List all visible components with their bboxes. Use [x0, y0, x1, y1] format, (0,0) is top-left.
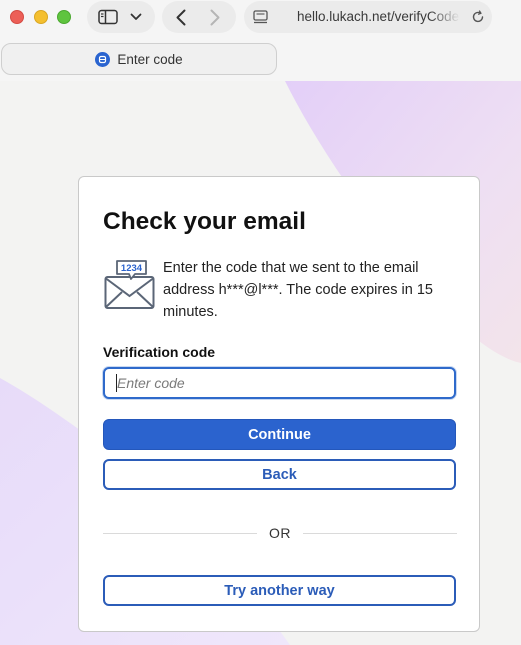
- url-text[interactable]: hello.lukach.net/verifyCode: [297, 9, 460, 27]
- close-window-button[interactable]: [10, 10, 24, 24]
- instructions-text: Enter the code that we sent to the email…: [163, 260, 433, 320]
- divider-text: OR: [269, 525, 291, 541]
- chevron-down-icon[interactable]: [128, 9, 144, 25]
- verification-code-input[interactable]: [103, 367, 456, 399]
- continue-button[interactable]: Continue: [103, 419, 456, 450]
- verification-card: Check your email 1234 Enter the code tha…: [78, 176, 480, 632]
- favicon-icon: [95, 51, 111, 67]
- tab-enter-code[interactable]: Enter code: [1, 43, 277, 75]
- or-divider: OR: [103, 523, 457, 543]
- tab-label: Enter code: [117, 51, 183, 67]
- divider-line-left: [103, 532, 257, 534]
- sidebar-icon[interactable]: [97, 9, 119, 25]
- try-another-way-button[interactable]: Try another way: [103, 575, 456, 606]
- envelope-badge-text: 1234: [121, 263, 143, 274]
- text-cursor: [116, 374, 117, 392]
- back-button[interactable]: Back: [103, 459, 456, 490]
- page-settings-icon[interactable]: [252, 9, 268, 25]
- email-envelope-icon: 1234: [104, 260, 155, 309]
- browser-toolbar: hello.lukach.net/verifyCode Enter code: [0, 0, 521, 81]
- reload-icon[interactable]: [470, 9, 486, 25]
- divider-line-right: [303, 532, 457, 534]
- verification-code-label: Verification code: [103, 344, 216, 360]
- page-content: Check your email 1234 Enter the code tha…: [0, 81, 521, 645]
- back-arrow-icon[interactable]: [172, 7, 190, 27]
- forward-arrow-icon[interactable]: [206, 7, 224, 27]
- minimize-window-button[interactable]: [34, 10, 48, 24]
- page-title: Check your email: [103, 208, 306, 235]
- zoom-window-button[interactable]: [57, 10, 71, 24]
